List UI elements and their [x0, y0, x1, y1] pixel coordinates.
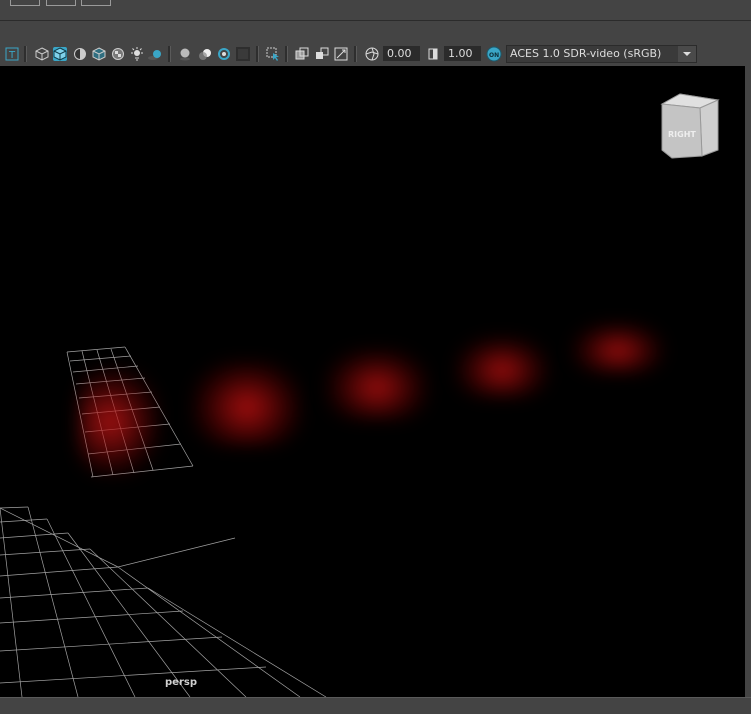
resolution-gate-icon[interactable] [334, 47, 348, 61]
color-management-view-label: ACES 1.0 SDR-video (sRGB) [510, 47, 662, 60]
motion-blur-icon[interactable] [198, 47, 212, 61]
fog-volume[interactable] [455, 336, 549, 398]
fog-volume[interactable] [325, 348, 429, 420]
xray-joints-icon[interactable] [315, 47, 329, 61]
dropdown-arrow-button[interactable] [678, 46, 696, 62]
fog-volume[interactable] [192, 360, 302, 446]
exposure-field[interactable]: 0.00 [383, 46, 420, 61]
checker-icon[interactable] [111, 47, 125, 61]
color-management-view-select[interactable]: ACES 1.0 SDR-video (sRGB) [506, 45, 697, 63]
view-cube-face-label: RIGHT [668, 130, 696, 139]
exposure-icon[interactable] [365, 47, 379, 61]
text-icon[interactable]: T [5, 47, 19, 61]
color-management-icon[interactable]: ON [486, 46, 502, 62]
ambient-occlusion-icon[interactable] [178, 47, 192, 61]
fog-volume[interactable] [572, 322, 664, 374]
toolbar-separator [24, 46, 27, 62]
shaded-cube-icon[interactable] [53, 47, 67, 61]
viewport-side-border [745, 66, 751, 697]
textured-cube-icon[interactable] [92, 47, 106, 61]
gamma-field[interactable]: 1.00 [444, 46, 481, 61]
anti-alias-icon[interactable] [217, 47, 231, 61]
time-slider-strip[interactable] [0, 697, 751, 714]
shelf-tab-2[interactable] [46, 0, 76, 6]
divider [0, 20, 751, 21]
shadow-icon[interactable] [148, 47, 162, 61]
toolbar-separator [168, 46, 171, 62]
toolbar-separator [354, 46, 357, 62]
panel-toolbar: T 0.00 1.00 ON ACES 1.0 SDR-video (sRGB) [0, 43, 751, 66]
view-cube[interactable]: RIGHT [658, 92, 722, 162]
light-icon[interactable] [130, 47, 144, 61]
svg-text:T: T [8, 50, 16, 61]
isolate-select-icon[interactable] [266, 47, 280, 61]
fog-volume[interactable] [78, 368, 160, 476]
camera-name-label: persp [165, 677, 197, 688]
chevron-down-icon [683, 52, 691, 56]
shelf-tab-3[interactable] [81, 0, 111, 6]
toolbar-separator [285, 46, 288, 62]
color-management-badge: ON [489, 52, 499, 59]
gamma-icon[interactable] [426, 47, 440, 61]
depth-of-field-icon[interactable] [236, 47, 250, 61]
menu-strip [0, 0, 751, 20]
wireframe-cube-icon[interactable] [35, 47, 49, 61]
3d-viewport[interactable]: RIGHT persp [0, 66, 745, 697]
xray-icon[interactable] [295, 47, 309, 61]
toolbar-separator [256, 46, 259, 62]
shelf-tab-1[interactable] [10, 0, 40, 6]
half-shaded-icon[interactable] [73, 47, 87, 61]
